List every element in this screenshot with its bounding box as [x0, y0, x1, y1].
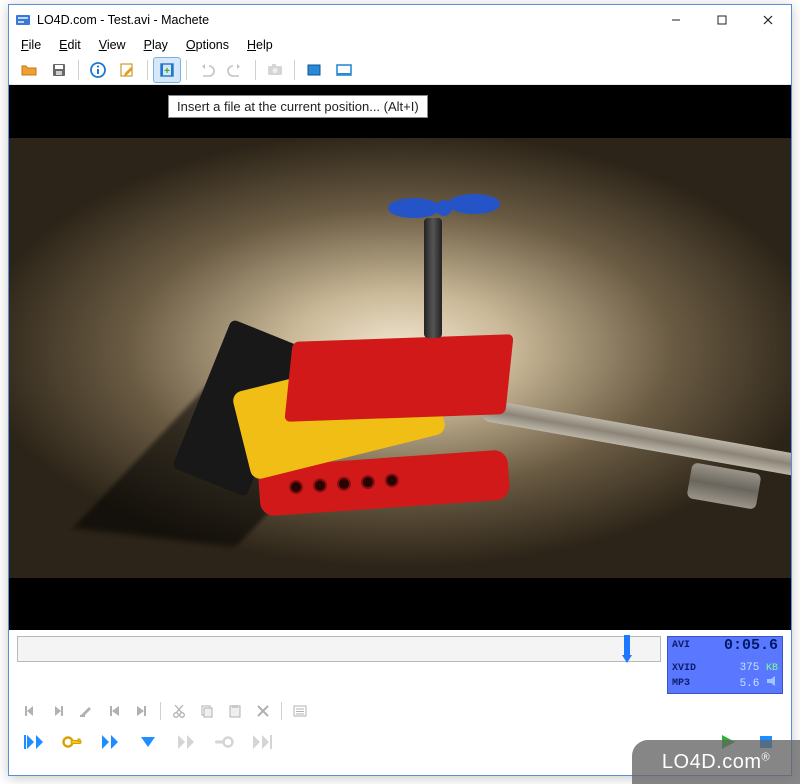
info-vbr: 375 [740, 662, 760, 674]
save-button[interactable] [45, 57, 73, 83]
menu-play[interactable]: Play [136, 36, 176, 54]
menu-options[interactable]: Options [178, 36, 237, 54]
insert-file-button[interactable]: + [153, 57, 181, 83]
delete-button[interactable] [250, 700, 276, 722]
redo-button[interactable] [222, 57, 250, 83]
goto-end-button[interactable] [247, 729, 277, 755]
next-keyframe-button[interactable] [209, 729, 239, 755]
edit-bar: AVI 0:05.6 XVID 375 KB MP3 5.6 [9, 630, 791, 698]
paste-button[interactable] [222, 700, 248, 722]
info-abr: 5.6 [740, 678, 760, 690]
edit-tags-button[interactable] [114, 57, 142, 83]
toolbar-separator [147, 60, 148, 80]
toolbar: + [9, 55, 791, 85]
menubar: FileEditViewPlayOptionsHelp [9, 35, 791, 55]
open-button[interactable] [15, 57, 43, 83]
minimize-button[interactable] [653, 5, 699, 35]
snapshot-button[interactable] [261, 57, 289, 83]
info-acodec: MP3 [672, 677, 690, 691]
copy-button[interactable] [194, 700, 220, 722]
audio-icon [766, 676, 778, 686]
video-frame [9, 138, 791, 578]
tooltip: Insert a file at the current position...… [168, 95, 428, 118]
fullscreen-button[interactable] [330, 57, 358, 83]
app-icon [15, 12, 31, 28]
close-button[interactable] [745, 5, 791, 35]
fit-window-button[interactable] [300, 57, 328, 83]
maximize-button[interactable] [699, 5, 745, 35]
svg-text:+: + [164, 66, 170, 77]
list-button[interactable] [287, 700, 313, 722]
menu-view[interactable]: View [91, 36, 134, 54]
info-vbr-unit: KB [766, 663, 778, 674]
menu-help[interactable]: Help [239, 36, 281, 54]
lego-rod-tip [686, 462, 761, 510]
lego-rod [480, 398, 791, 479]
toolbar-separator [255, 60, 256, 80]
sel-jump-end-button[interactable] [129, 700, 155, 722]
menu-edit[interactable]: Edit [51, 36, 89, 54]
lego-rotor [384, 188, 504, 228]
lego-pole [424, 218, 442, 338]
info-time: 0:05.6 [724, 639, 778, 653]
frame-back-button[interactable] [133, 729, 163, 755]
info-button[interactable] [84, 57, 112, 83]
app-window: LO4D.com - Test.avi - Machete FileEditVi… [8, 4, 792, 776]
video-viewport[interactable]: Insert a file at the current position...… [9, 85, 791, 630]
titlebar: LO4D.com - Test.avi - Machete [9, 5, 791, 35]
playhead-icon[interactable] [620, 635, 634, 665]
step-fwd-button[interactable] [171, 729, 201, 755]
window-title: LO4D.com - Test.avi - Machete [37, 13, 209, 27]
info-format: AVI [672, 639, 690, 653]
sel-jump-start-button[interactable] [101, 700, 127, 722]
sel-start-button[interactable] [17, 700, 43, 722]
cut-button[interactable] [166, 700, 192, 722]
step-back-button[interactable] [95, 729, 125, 755]
sel-end-button[interactable] [45, 700, 71, 722]
toolbar-separator [186, 60, 187, 80]
prev-keyframe-button[interactable] [57, 729, 87, 755]
sel-clear-button[interactable] [73, 700, 99, 722]
lego-red-body [284, 334, 513, 422]
goto-start-button[interactable] [19, 729, 49, 755]
toolbar-separator [78, 60, 79, 80]
toolbar-separator [294, 60, 295, 80]
menu-file[interactable]: File [13, 36, 49, 54]
selection-toolbar [9, 698, 791, 724]
watermark: LO4D.com® [632, 740, 800, 784]
undo-button[interactable] [192, 57, 220, 83]
timeline[interactable] [17, 636, 661, 662]
info-display: AVI 0:05.6 XVID 375 KB MP3 5.6 [667, 636, 783, 694]
info-vcodec: XVID [672, 662, 696, 676]
